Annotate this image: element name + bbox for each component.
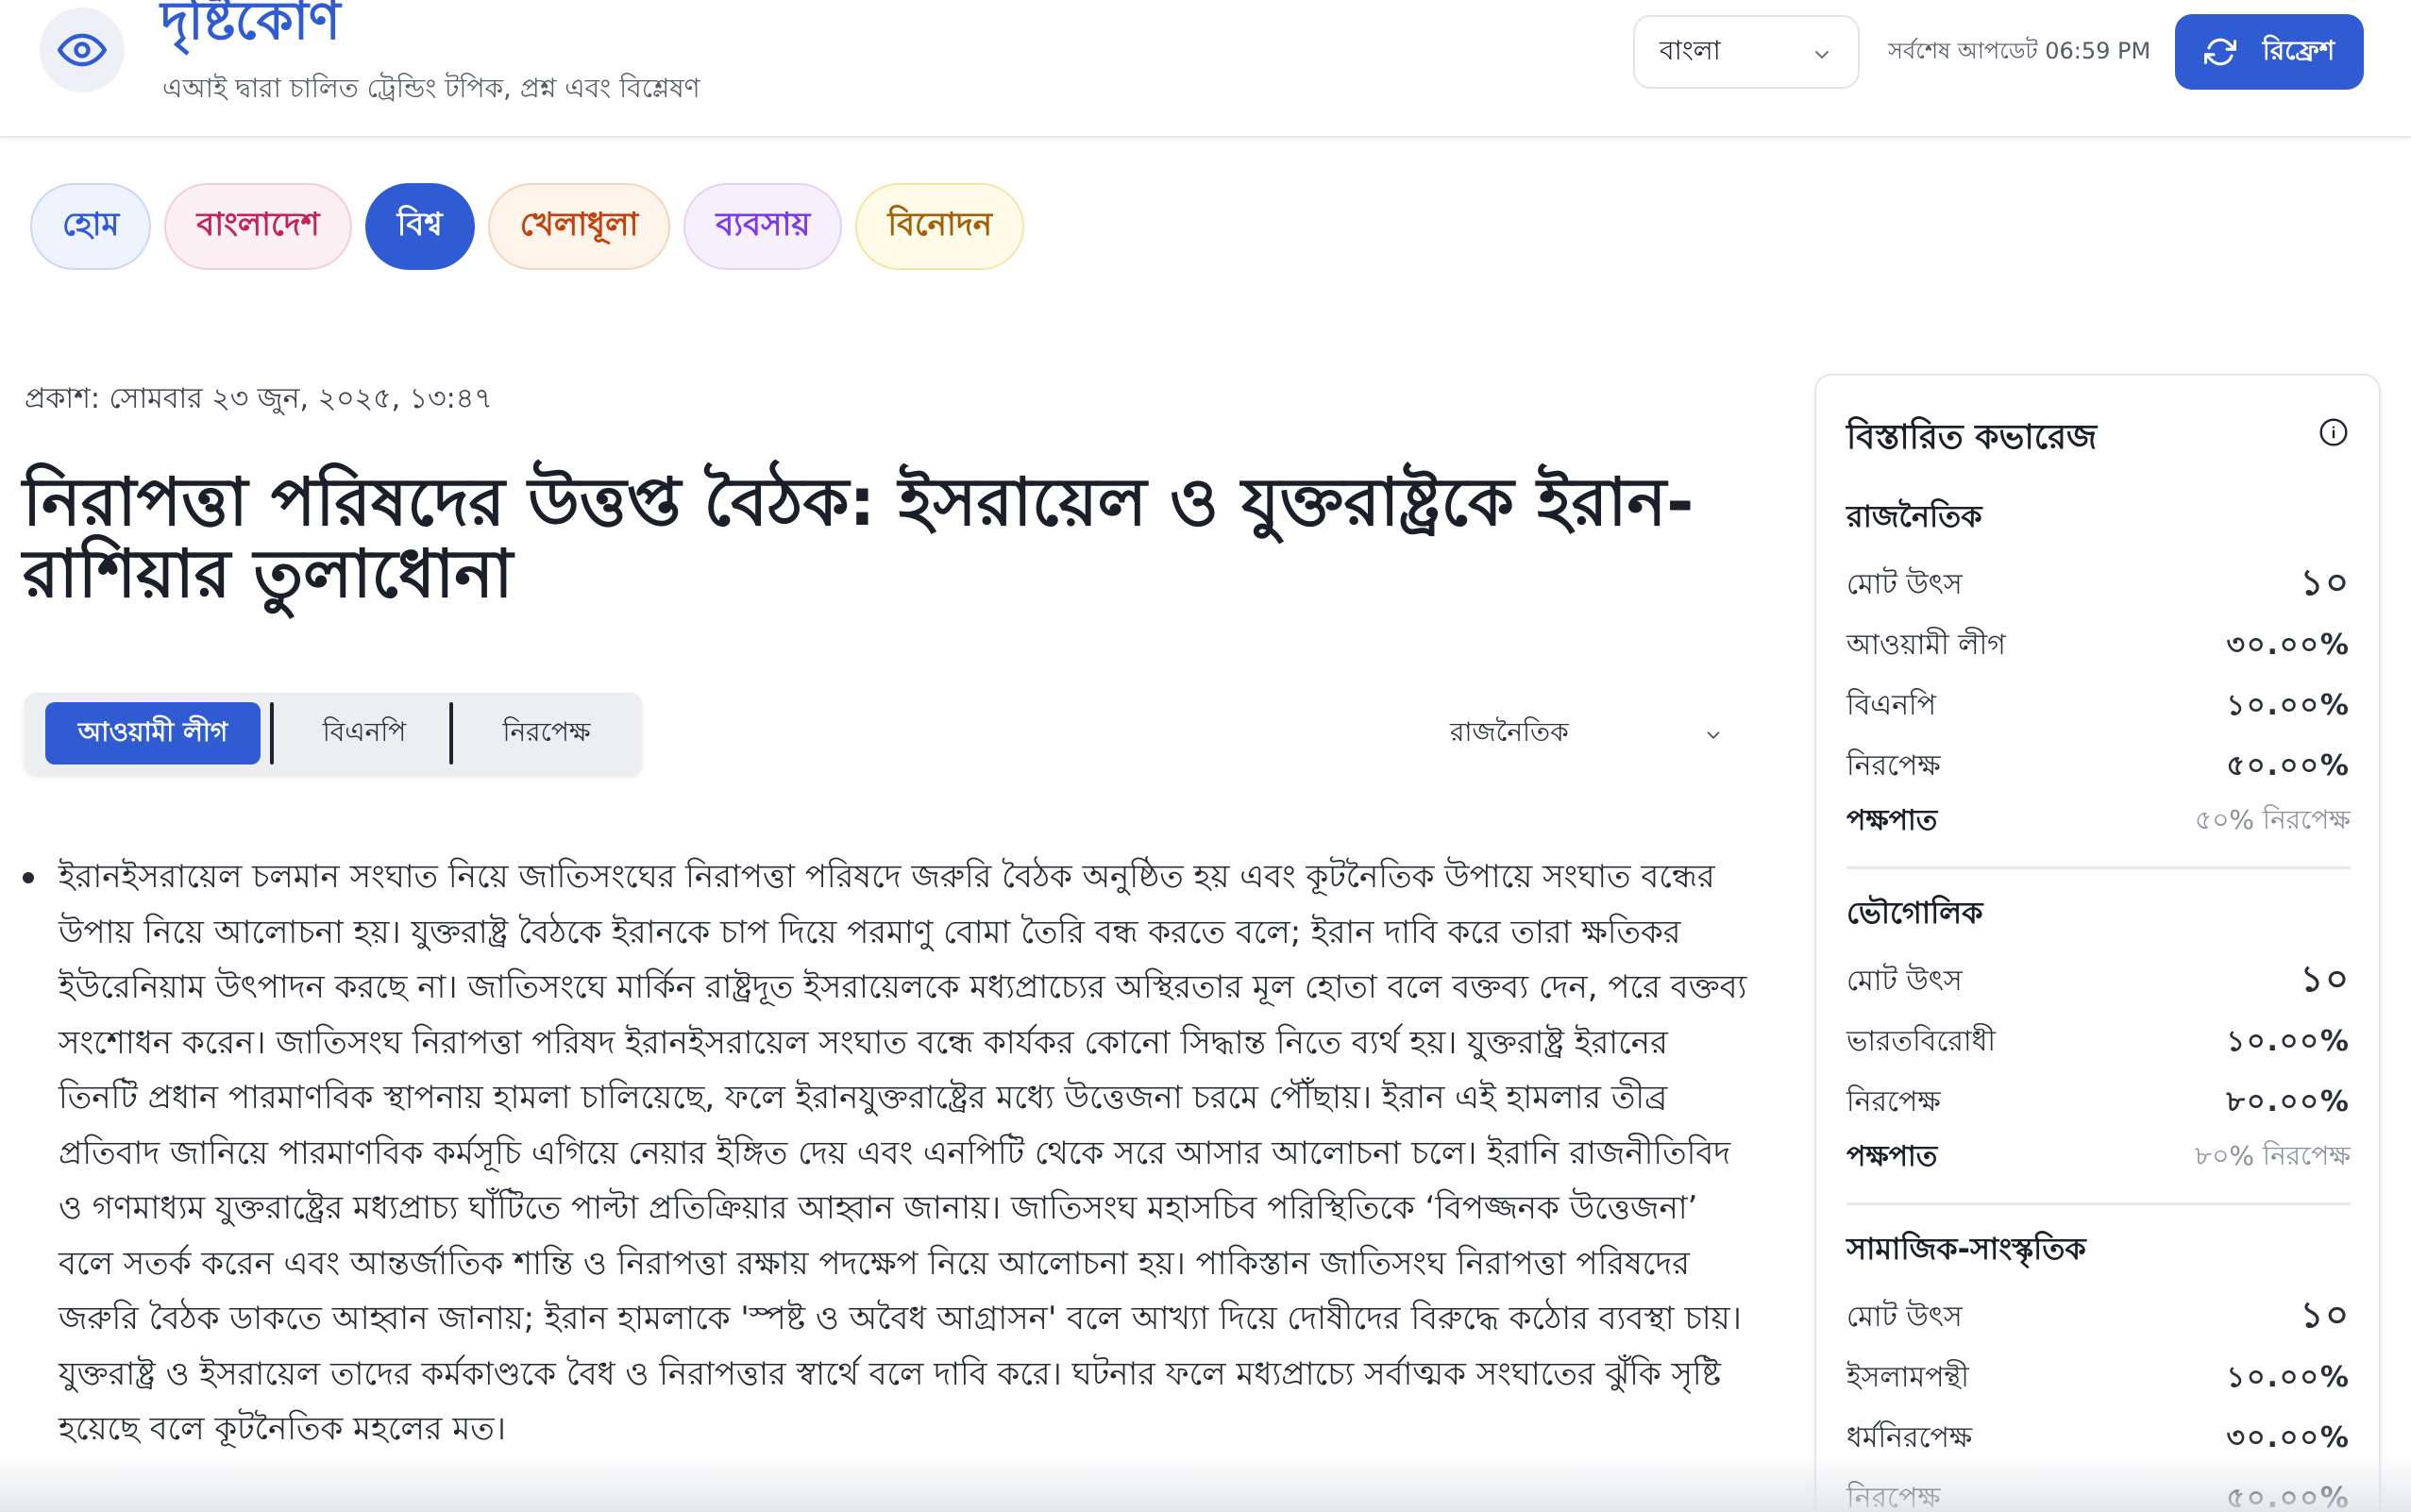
- tab-sports[interactable]: খেলাধূলা: [487, 183, 671, 270]
- article-headline: নিরাপত্তা পরিষদের উত্তপ্ত বৈঠক: ইসরায়েল…: [23, 463, 1694, 613]
- row-label: মোট উৎস: [1846, 964, 1963, 998]
- article-summary: ইরানইসরায়েল চলমান সংঘাত নিয়ে জাতিসংঘের…: [23, 849, 1750, 1457]
- row-label: নিরপেক্ষ: [1846, 748, 1941, 782]
- total-sources-row: মোট উৎস ১০: [1846, 555, 2351, 615]
- row-value: ৫০.০০%: [2226, 748, 2351, 782]
- section-divider: [1846, 866, 2351, 869]
- coverage-title: বিস্তারিত কভারেজ: [1846, 418, 2098, 457]
- tab-bangladesh[interactable]: বাংলাদেশ: [164, 183, 352, 270]
- bias-value: ৮০% নিরপেক্ষ: [2195, 1139, 2351, 1171]
- coverage-panel: বিস্তারিত কভারেজ রাজনৈতিক মোট উৎস ১০ আওয…: [1814, 374, 2381, 1512]
- row-label: মোট উৎস: [1846, 567, 1963, 601]
- row-value: ১০: [2300, 562, 2351, 603]
- coverage-section-political: রাজনৈতিক মোট উৎস ১০ আওয়ামী লীগ ৩০.০০% ব…: [1846, 493, 2351, 869]
- row-label: বিএনপি: [1846, 688, 1936, 722]
- row-label: ধর্মনিরপেক্ষ: [1846, 1420, 1973, 1454]
- last-updated-text: সর্বশেষ আপডেট 06:59 PM: [1888, 38, 2151, 64]
- category-tabs: হোম বাংলাদেশ বিশ্ব খেলাধূলা ব্যবসায় বিন…: [30, 183, 1024, 270]
- refresh-icon: [2203, 38, 2236, 66]
- row-label: মোট উৎস: [1846, 1300, 1963, 1334]
- perspective-bnp-button[interactable]: বিএনপি: [279, 702, 449, 764]
- app-header: দৃষ্টিকোণ এআই দ্বারা চালিত ট্রেন্ডিং টপি…: [0, 0, 2411, 138]
- coverage-row: ভারতবিরোধী ১০.০০%: [1846, 1012, 2351, 1072]
- tab-business[interactable]: ব্যবসায়: [683, 183, 843, 270]
- bias-row: পক্ষপাত ৮০% নিরপেক্ষ: [1846, 1133, 2351, 1182]
- coverage-section-geographic: ভৌগোলিক মোট উৎস ১০ ভারতবিরোধী ১০.০০% নির…: [1846, 889, 2351, 1205]
- coverage-row: নিরপেক্ষ ৫০.০০%: [1846, 1469, 2351, 1512]
- eye-icon: [58, 33, 107, 67]
- section-heading: রাজনৈতিক: [1846, 498, 1982, 534]
- section-heading: সামাজিক-সাংস্কৃতিক: [1846, 1231, 2086, 1267]
- section-divider: [1846, 1202, 2351, 1205]
- app-subtitle: এআই দ্বারা চালিত ট্রেন্ডিং টপিক, প্রশ্ন …: [162, 73, 700, 104]
- coverage-row: নিরপেক্ষ ৫০.০০%: [1846, 736, 2351, 797]
- language-select-value: বাংলা: [1660, 34, 1721, 66]
- coverage-row: ধর্মনিরপেক্ষ ৩০.০০%: [1846, 1408, 2351, 1469]
- chevron-down-icon: [1815, 51, 1829, 59]
- row-value: ৩০.০০%: [2226, 1420, 2351, 1454]
- app-title: দৃষ্টিকোণ: [160, 0, 341, 52]
- perspective-category-select[interactable]: রাজনৈতিক: [1450, 710, 1724, 757]
- row-label: ইসলামপন্থী: [1846, 1360, 1969, 1394]
- coverage-row: নিরপেক্ষ ৮০.০০%: [1846, 1072, 2351, 1133]
- bullet-icon: [23, 872, 34, 883]
- coverage-row: আওয়ামী লীগ ৩০.০০%: [1846, 615, 2351, 676]
- bias-label: পক্ষপাত: [1846, 803, 1938, 837]
- section-heading: ভৌগোলিক: [1846, 895, 1983, 931]
- tab-world[interactable]: বিশ্ব: [364, 183, 475, 270]
- published-date: প্রকাশ: সোমবার ২৩ জুন, ২০২৫, ১৩:৪৭: [25, 382, 493, 415]
- row-label: আওয়ামী লীগ: [1846, 628, 2006, 662]
- bias-row: পক্ষপাত ৫০% নিরপেক্ষ: [1846, 797, 2351, 846]
- row-value: ১০.০০%: [2226, 1024, 2351, 1058]
- row-value: ১০: [2300, 958, 2351, 1000]
- total-sources-row: মোট উৎস ১০: [1846, 1287, 2351, 1348]
- summary-text: ইরানইসরায়েল চলমান সংঘাত নিয়ে জাতিসংঘের…: [59, 858, 1747, 1448]
- bias-value: ৫০% নিরপেক্ষ: [2195, 803, 2351, 835]
- row-value: ৫০.০০%: [2226, 1481, 2351, 1512]
- refresh-button[interactable]: রিফ্রেশ: [2175, 14, 2364, 90]
- row-label: নিরপেক্ষ: [1846, 1084, 1941, 1118]
- perspective-divider: [270, 702, 274, 764]
- language-select[interactable]: বাংলা: [1633, 15, 1860, 89]
- total-sources-row: মোট উৎস ১০: [1846, 951, 2351, 1012]
- row-label: নিরপেক্ষ: [1846, 1481, 1941, 1512]
- tab-home[interactable]: হোম: [30, 183, 152, 270]
- refresh-button-label: রিফ্রেশ: [2262, 34, 2335, 66]
- coverage-section-sociocultural: সামাজিক-সাংস্কৃতিক মোট উৎস ১০ ইসলামপন্থী…: [1846, 1225, 2351, 1512]
- row-value: ১০.০০%: [2226, 1360, 2351, 1394]
- page: দৃষ্টিকোণ এআই দ্বারা চালিত ট্রেন্ডিং টপি…: [0, 0, 2411, 1512]
- perspective-neutral-button[interactable]: নিরপেক্ষ: [459, 702, 634, 764]
- perspective-divider: [449, 702, 453, 764]
- row-value: ১০.০০%: [2226, 688, 2351, 722]
- tab-entertainment[interactable]: বিনোদন: [855, 183, 1024, 270]
- coverage-row: ইসলামপন্থী ১০.০০%: [1846, 1348, 2351, 1408]
- chevron-down-icon: [1707, 731, 1720, 739]
- bias-label: পক্ষপাত: [1846, 1139, 1938, 1173]
- info-icon[interactable]: [2318, 417, 2349, 447]
- row-value: ১০: [2300, 1294, 2351, 1336]
- coverage-row: বিএনপি ১০.০০%: [1846, 676, 2351, 736]
- perspective-category-value: রাজনৈতিক: [1450, 715, 1569, 748]
- perspective-toggle: আওয়ামী লীগ বিএনপি নিরপেক্ষ: [25, 693, 642, 774]
- row-value: ৩০.০০%: [2226, 628, 2351, 662]
- perspective-awami-league-button[interactable]: আওয়ামী লীগ: [45, 702, 261, 764]
- row-label: ভারতবিরোধী: [1846, 1024, 1996, 1058]
- logo[interactable]: [40, 8, 125, 92]
- row-value: ৮০.০০%: [2226, 1084, 2351, 1118]
